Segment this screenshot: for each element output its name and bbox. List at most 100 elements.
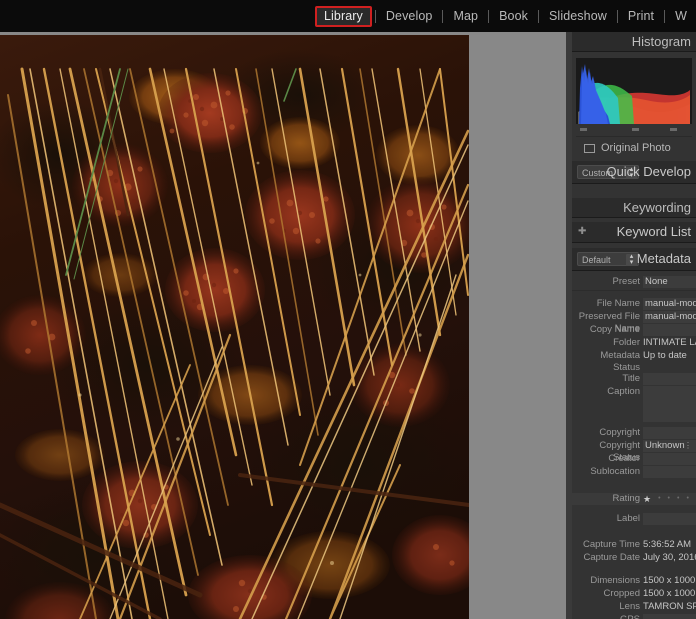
metadata-value: Up to date — [643, 350, 696, 362]
metadata-label: GPS — [572, 614, 640, 619]
add-keyword-icon[interactable]: ✚ — [578, 228, 586, 236]
metadata-panel-body: Preset None File Name manual-mode-2 Pres… — [572, 271, 696, 619]
rating-stars[interactable]: ★ • • • • — [643, 493, 689, 505]
right-panel: Histogram — [572, 32, 696, 619]
nav-divider — [488, 10, 489, 23]
metadata-field[interactable] — [643, 373, 696, 385]
keyword-list-panel-header[interactable]: ✚ Keyword List — [572, 222, 696, 243]
metadata-label: Metadata Status — [572, 350, 640, 374]
metadata-label: Rating — [572, 493, 640, 505]
metadata-row-dimensions: Dimensions 1500 x 1000 — [572, 575, 696, 587]
star-empty[interactable]: • — [658, 493, 660, 505]
metadata-field[interactable] — [643, 513, 696, 525]
module-print[interactable]: Print — [619, 6, 663, 27]
metadata-label: Caption — [572, 386, 640, 398]
metadata-divider — [572, 290, 696, 291]
metadata-row-preset[interactable]: Preset None — [572, 276, 696, 288]
metadata-label: Cropped — [572, 588, 640, 600]
metadata-label: Capture Date — [572, 552, 640, 564]
photo-rect-icon — [584, 144, 595, 153]
nav-divider — [664, 10, 665, 23]
metadata-row-caption[interactable]: Caption — [572, 386, 696, 426]
stepper-icon[interactable]: ▴▾ — [626, 254, 637, 266]
metadata-row-capture-time: Capture Time 5:36:52 AM — [572, 539, 696, 551]
metadata-label: Copy Name — [572, 324, 640, 336]
photo-image — [0, 35, 469, 619]
histogram-tick — [580, 128, 587, 131]
metadata-row-sublocation[interactable]: Sublocation — [572, 466, 696, 478]
metadata-value: July 30, 2016 — [643, 552, 696, 564]
metadata-label: Dimensions — [572, 575, 640, 587]
metadata-value[interactable]: None — [643, 276, 696, 288]
metadata-field[interactable] — [643, 324, 696, 336]
quick-develop-title: Quick Develop — [606, 161, 691, 183]
histogram-graph[interactable] — [576, 58, 692, 124]
module-web[interactable]: W — [666, 6, 696, 27]
metadata-field[interactable] — [643, 453, 696, 465]
original-photo-toggle[interactable]: Original Photo — [576, 136, 692, 159]
star-empty[interactable]: • — [677, 493, 679, 505]
histogram-panel-header[interactable]: Histogram — [572, 32, 696, 52]
metadata-row-preserved-file-name[interactable]: Preserved File Name manual-mode-2 — [572, 311, 696, 323]
metadata-row-label[interactable]: Label — [572, 513, 696, 525]
star-filled[interactable]: ★ — [643, 493, 651, 505]
metadata-row-capture-date: Capture Date July 30, 2016 — [572, 552, 696, 564]
metadata-preset-select[interactable]: Default ▴▾ — [577, 252, 639, 266]
metadata-field[interactable] — [643, 386, 696, 422]
histogram-svg — [576, 58, 692, 124]
histogram-panel-body: Original Photo — [572, 52, 696, 161]
metadata-row-cropped: Cropped 1500 x 1000 — [572, 588, 696, 600]
metadata-field[interactable] — [643, 466, 696, 478]
metadata-label: Capture Time — [572, 539, 640, 551]
metadata-value[interactable]: manual-mode-2 — [643, 311, 696, 323]
metadata-label: Preset — [572, 276, 640, 288]
photo-preview[interactable] — [0, 35, 469, 619]
metadata-title: Metadata — [637, 248, 691, 270]
star-empty[interactable]: • — [668, 493, 670, 505]
loupe-view — [0, 32, 566, 619]
metadata-row-creator[interactable]: Creator — [572, 453, 696, 465]
metadata-label: Copyright — [572, 427, 640, 439]
metadata-row-rating[interactable]: Rating ★ • • • • — [572, 493, 696, 505]
metadata-value: 5:36:52 AM — [643, 539, 696, 551]
metadata-field[interactable] — [643, 614, 696, 619]
top-module-bar: Library Develop Map Book Slideshow Print… — [0, 0, 696, 32]
metadata-row-title[interactable]: Title — [572, 373, 696, 385]
metadata-row-lens: Lens TAMRON SP 9... — [572, 601, 696, 613]
metadata-row-file-name[interactable]: File Name manual-mode-2 — [572, 298, 696, 310]
metadata-label: Folder — [572, 337, 640, 349]
module-nav: Library Develop Map Book Slideshow Print… — [313, 0, 696, 32]
nav-divider — [617, 10, 618, 23]
metadata-label: Creator — [572, 453, 640, 465]
metadata-row-gps[interactable]: GPS — [572, 614, 696, 619]
quick-develop-panel-header[interactable]: Custom ▴▾ Quick Develop — [572, 161, 696, 184]
metadata-row-copy-name[interactable]: Copy Name — [572, 324, 696, 336]
module-book[interactable]: Book — [490, 6, 537, 27]
metadata-value[interactable]: manual-mode-2 — [643, 298, 696, 310]
histogram-ticks — [576, 124, 692, 136]
metadata-value: TAMRON SP 9... — [643, 601, 696, 613]
metadata-row-folder[interactable]: Folder INTIMATE LAND — [572, 337, 696, 349]
nav-divider — [538, 10, 539, 23]
star-empty[interactable]: • — [686, 493, 688, 505]
module-develop[interactable]: Develop — [377, 6, 442, 27]
chevron-down-icon[interactable]: ⋮ — [684, 440, 692, 452]
metadata-label: Title — [572, 373, 640, 385]
nav-divider — [375, 10, 376, 23]
original-photo-label: Original Photo — [601, 142, 671, 154]
metadata-value: 1500 x 1000 — [643, 588, 696, 600]
metadata-label: Lens — [572, 601, 640, 613]
lightroom-window: Library Develop Map Book Slideshow Print… — [0, 0, 696, 619]
histogram-tick — [632, 128, 639, 131]
metadata-field[interactable] — [643, 427, 696, 439]
metadata-row-copyright[interactable]: Copyright — [572, 427, 696, 439]
module-map[interactable]: Map — [444, 6, 487, 27]
metadata-row-copyright-status[interactable]: Copyright Status Unknown ⋮ — [572, 440, 696, 452]
quick-develop-body — [572, 184, 696, 198]
metadata-value: 1500 x 1000 — [643, 575, 696, 587]
module-slideshow[interactable]: Slideshow — [540, 6, 616, 27]
metadata-panel-header[interactable]: Default ▴▾ Metadata — [572, 248, 696, 271]
module-library[interactable]: Library — [315, 6, 372, 27]
keywording-panel-header[interactable]: Keywording — [572, 198, 696, 218]
histogram-tick — [670, 128, 677, 131]
